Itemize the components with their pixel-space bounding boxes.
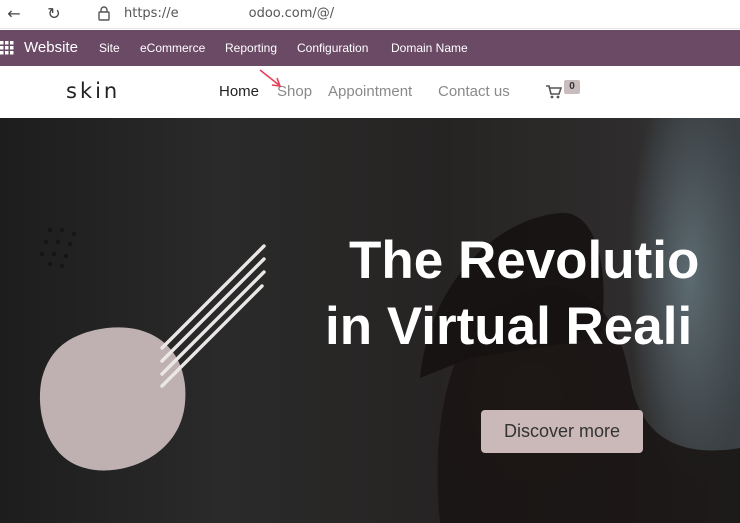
apps-grid-icon[interactable] <box>0 41 14 55</box>
discover-more-button[interactable]: Discover more <box>481 410 643 453</box>
url-suffix: odoo.com/@/ <box>248 6 335 21</box>
nav-home[interactable]: Home <box>219 83 259 100</box>
admin-menu-ecommerce[interactable]: eCommerce <box>140 41 205 55</box>
address-bar[interactable]: https://e odoo.com/@/ <box>124 6 334 21</box>
admin-menu-reporting[interactable]: Reporting <box>225 41 277 55</box>
lock-icon <box>98 6 110 21</box>
nav-contact-us[interactable]: Contact us <box>438 83 510 100</box>
reload-icon[interactable]: ↻ <box>44 4 64 24</box>
admin-app-title[interactable]: Website <box>24 39 78 56</box>
url-redacted <box>178 7 249 20</box>
browser-toolbar: ← ↻ https://e odoo.com/@/ <box>0 0 740 29</box>
admin-navbar: Website Site eCommerce Reporting Configu… <box>0 30 740 66</box>
admin-menu-configuration[interactable]: Configuration <box>297 41 368 55</box>
url-prefix: https://e <box>124 6 179 21</box>
cart-icon[interactable] <box>546 85 562 99</box>
admin-menu-domain-name[interactable]: Domain Name <box>391 41 468 55</box>
site-header: skin Home Shop Appointment Contact us <box>0 66 740 118</box>
admin-menu-site[interactable]: Site <box>99 41 120 55</box>
site-logo[interactable]: skin <box>66 79 120 103</box>
pointer-arrow-icon <box>259 69 282 87</box>
hero-title-line-1: The Revolutio <box>349 231 700 290</box>
hero-banner: The Revolutio in Virtual Reali Discover … <box>0 118 740 523</box>
cart-count-badge: 0 <box>564 80 580 94</box>
decorative-blob <box>39 327 186 471</box>
back-arrow-icon[interactable]: ← <box>4 4 24 24</box>
hero-title-line-2: in Virtual Reali <box>325 297 693 356</box>
nav-appointment[interactable]: Appointment <box>328 83 412 100</box>
dot-pattern <box>39 227 77 269</box>
